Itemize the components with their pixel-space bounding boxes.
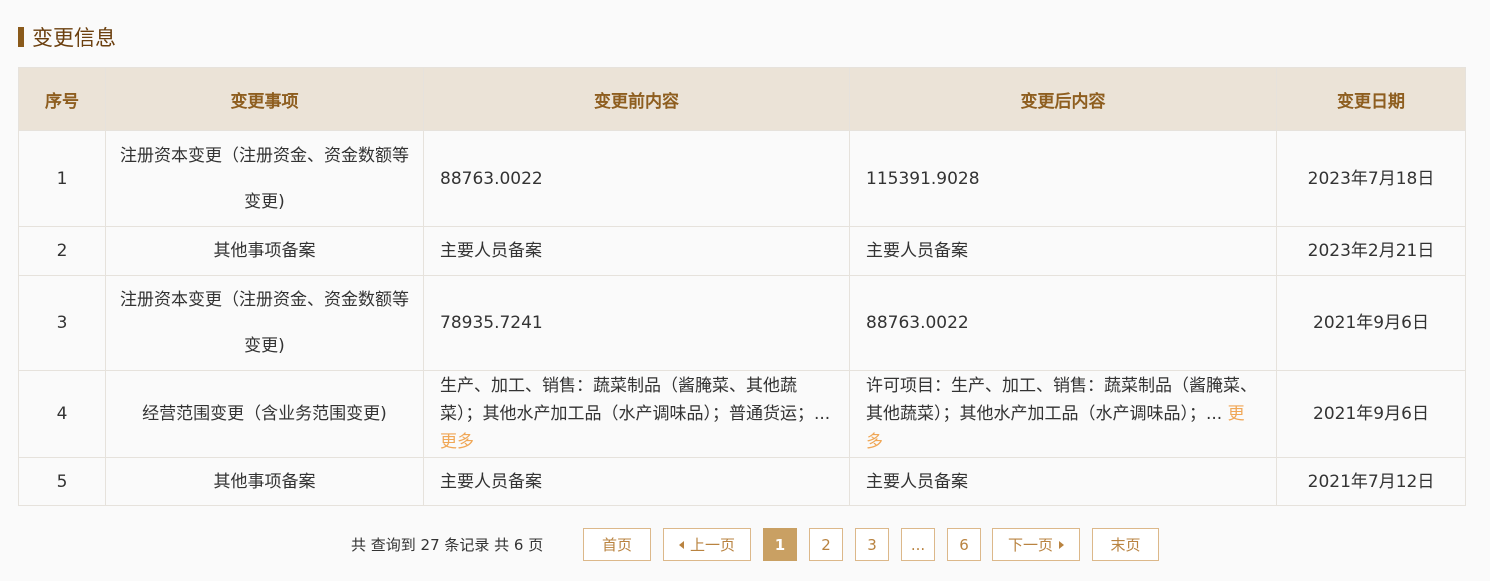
- header-item: 变更事项: [105, 67, 424, 131]
- cell-date: 2021年9月6日: [1276, 275, 1466, 371]
- cell-date: 2021年7月12日: [1276, 457, 1466, 506]
- cell-before-text: 78935.7241: [440, 313, 543, 333]
- pagination-summary: 共 查询到 27 条记录 共 6 页: [351, 536, 544, 554]
- page-button-2[interactable]: 2: [809, 528, 843, 561]
- page-label: 3: [867, 535, 877, 554]
- caret-right-icon: [1059, 540, 1064, 549]
- cell-index: 5: [18, 457, 106, 506]
- header-index: 序号: [18, 67, 106, 131]
- cell-after-text: 88763.0022: [866, 313, 969, 333]
- table-row: 1 注册资本变更（注册资金、资金数额等变更) 88763.0022 115391…: [18, 130, 1466, 227]
- header-date: 变更日期: [1276, 67, 1466, 131]
- header-after: 变更后内容: [849, 67, 1277, 131]
- cell-item: 注册资本变更（注册资金、资金数额等变更): [105, 275, 424, 371]
- cell-after-text: 主要人员备案: [866, 241, 968, 261]
- table-row: 5 其他事项备案 主要人员备案 主要人员备案 2021年7月12日: [18, 457, 1466, 506]
- cell-index: 4: [18, 370, 106, 458]
- last-page-button[interactable]: 末页: [1092, 528, 1159, 561]
- next-page-label: 下一页: [1007, 536, 1053, 554]
- table-row: 2 其他事项备案 主要人员备案 主要人员备案 2023年2月21日: [18, 226, 1466, 276]
- table-row: 3 注册资本变更（注册资金、资金数额等变更) 78935.7241 88763.…: [18, 275, 1466, 371]
- first-page-label: 首页: [601, 536, 632, 554]
- cell-before: 88763.0022: [423, 130, 850, 227]
- cell-after-text: 主要人员备案: [866, 471, 968, 492]
- cell-item: 注册资本变更（注册资金、资金数额等变更): [105, 130, 424, 227]
- cell-before: 主要人员备案: [423, 226, 850, 276]
- page-label: 2: [821, 535, 831, 554]
- cell-item: 其他事项备案: [105, 226, 424, 276]
- change-info-table: 序号 变更事项 变更前内容 变更后内容 变更日期 1 注册资本变更（注册资金、资…: [18, 67, 1466, 506]
- cell-index: 1: [18, 130, 106, 227]
- cell-after: 主要人员备案: [849, 457, 1277, 506]
- caret-left-icon: [678, 540, 684, 549]
- first-page-button[interactable]: 首页: [583, 528, 651, 561]
- page-ellipsis[interactable]: ...: [901, 528, 935, 561]
- cell-before-text: 主要人员备案: [440, 471, 542, 492]
- cell-before: 78935.7241: [423, 275, 850, 371]
- cell-after: 88763.0022: [849, 275, 1277, 371]
- section-header: 变更信息: [18, 22, 116, 52]
- cell-item: 经营范围变更（含业务范围变更): [105, 370, 424, 458]
- table-header-row: 序号 变更事项 变更前内容 变更后内容 变更日期: [18, 67, 1466, 131]
- cell-index: 2: [18, 226, 106, 276]
- cell-date: 2023年2月21日: [1276, 226, 1466, 276]
- next-page-button[interactable]: 下一页: [992, 528, 1080, 561]
- page-label: ...: [910, 535, 926, 554]
- page-button-3[interactable]: 3: [855, 528, 889, 561]
- section-title: 变更信息: [32, 26, 116, 50]
- cell-date: 2021年9月6日: [1276, 370, 1466, 458]
- cell-after: 115391.9028: [849, 130, 1277, 227]
- cell-after-text: 许可项目：生产、加工、销售：蔬菜制品（酱腌菜、其他蔬菜）；其他水产加工品（水产调…: [866, 376, 1257, 424]
- cell-after-text: 115391.9028: [866, 168, 980, 189]
- header-before: 变更前内容: [423, 67, 850, 131]
- cell-before-text: 生产、加工、销售：蔬菜制品（酱腌菜、其他蔬菜）；其他水产加工品（水产调味品）；普…: [440, 376, 831, 424]
- cell-after: 主要人员备案: [849, 226, 1277, 276]
- cell-date: 2023年7月18日: [1276, 130, 1466, 227]
- cell-before-text: 88763.0022: [440, 168, 543, 189]
- page-label: 6: [959, 535, 969, 554]
- cell-before-text: 主要人员备案: [440, 241, 542, 261]
- cell-before: 生产、加工、销售：蔬菜制品（酱腌菜、其他蔬菜）；其他水产加工品（水产调味品）；普…: [423, 370, 850, 458]
- page-button-6[interactable]: 6: [947, 528, 981, 561]
- cell-item: 其他事项备案: [105, 457, 424, 506]
- pagination: 共 查询到 27 条记录 共 6 页 首页 上一页 1 2 3 ... 6 下一…: [0, 528, 1490, 561]
- section-marker: [18, 27, 24, 47]
- table-row: 4 经营范围变更（含业务范围变更) 生产、加工、销售：蔬菜制品（酱腌菜、其他蔬菜…: [18, 370, 1466, 458]
- prev-page-button[interactable]: 上一页: [663, 528, 751, 561]
- cell-before: 主要人员备案: [423, 457, 850, 506]
- cell-index: 3: [18, 275, 106, 371]
- more-link[interactable]: 更多: [440, 432, 474, 452]
- cell-after: 许可项目：生产、加工、销售：蔬菜制品（酱腌菜、其他蔬菜）；其他水产加工品（水产调…: [849, 370, 1277, 458]
- last-page-label: 末页: [1110, 536, 1141, 554]
- page-label: 1: [774, 535, 786, 554]
- page-button-1[interactable]: 1: [763, 528, 797, 561]
- prev-page-label: 上一页: [689, 536, 735, 554]
